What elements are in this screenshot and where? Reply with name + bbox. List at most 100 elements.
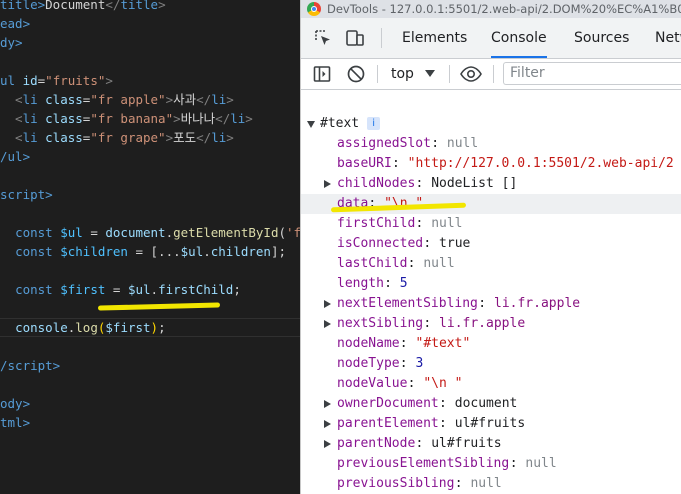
code-token: > (158, 0, 166, 12)
property-value: null (431, 216, 463, 231)
code-token: $first (60, 282, 106, 297)
code-token: </ (196, 92, 212, 107)
code-token: li (211, 130, 227, 145)
chrome-logo-icon (307, 2, 321, 16)
code-token: tml> (0, 415, 31, 430)
toolbar-divider (377, 65, 378, 83)
property-value: "#text" (415, 336, 471, 351)
property-separator: : (399, 336, 408, 351)
property-key: ownerDocument (337, 396, 439, 411)
code-line: const $first = $ul.firstChild; (0, 280, 241, 299)
expand-triangle-icon[interactable] (324, 400, 331, 408)
code-line: script> (0, 185, 53, 204)
property-value: 5 (399, 276, 408, 291)
expand-triangle-icon[interactable] (324, 180, 331, 188)
code-token: > (245, 111, 253, 126)
code-token: const (15, 282, 61, 297)
code-token: $children (60, 244, 128, 259)
property-key: parentElement (337, 416, 439, 431)
tab-elements[interactable]: Elements (402, 18, 467, 58)
property-key: lastChild (337, 256, 408, 271)
property-value: 3 (415, 356, 424, 371)
property-separator: : (384, 276, 392, 291)
property-key: nodeValue (337, 376, 408, 391)
console-toolbar: top Filter (301, 59, 681, 90)
code-token: /script> (0, 358, 61, 373)
code-line: tml> (0, 413, 30, 432)
property-separator: : (423, 236, 432, 251)
expand-triangle-icon[interactable] (324, 300, 331, 308)
context-selector[interactable]: top (391, 59, 414, 89)
code-line: /script> (0, 356, 60, 375)
property-value: li.fr.apple (439, 316, 526, 331)
property-key: baseURI (337, 156, 392, 171)
code-token: ul (0, 73, 23, 88)
property-separator: : (391, 156, 400, 171)
live-expression-eye-icon[interactable] (459, 64, 483, 84)
object-name: #text (320, 116, 360, 131)
code-line: dy> (0, 33, 23, 52)
code-token: children (210, 244, 271, 259)
code-token: </ (105, 0, 121, 12)
code-token: class (45, 130, 83, 145)
filter-input[interactable]: Filter (503, 62, 681, 85)
code-token: log (75, 320, 98, 335)
window-title: DevTools - 127.0.0.1:5501/2.web-api/2.DO… (327, 2, 681, 16)
code-token: 사과 (173, 92, 197, 107)
code-token: console (15, 320, 68, 335)
code-token: </ (196, 130, 212, 145)
code-line: <li class="fr grape">포도</li> (0, 128, 234, 147)
tab-console[interactable]: Console (491, 18, 547, 58)
code-token: class (45, 92, 83, 107)
code-token: = (105, 282, 128, 297)
property-separator: : (407, 256, 416, 271)
expand-triangle-icon[interactable] (307, 121, 315, 128)
tab-sources[interactable]: Sources (574, 18, 629, 58)
property-separator: : (415, 436, 424, 451)
code-line: /ul> (0, 147, 30, 166)
property-key: isConnected (337, 236, 424, 251)
sidebar-toggle-icon[interactable] (312, 64, 332, 84)
inspect-element-icon[interactable] (313, 28, 333, 48)
property-separator: : (415, 216, 424, 231)
property-separator: : (431, 136, 440, 151)
code-token: script> (0, 187, 53, 202)
code-token: > (226, 130, 234, 145)
code-token: li (22, 111, 46, 126)
code-token: title (120, 0, 159, 12)
code-line: title>Document</title> (0, 0, 166, 14)
code-token: </ (215, 111, 231, 126)
property-separator: : (509, 456, 518, 471)
property-separator: : (439, 416, 447, 431)
device-toolbar-icon[interactable] (345, 28, 365, 48)
expand-triangle-icon[interactable] (324, 320, 331, 328)
code-line: <li class="fr banana">바나나</li> (0, 109, 253, 128)
property-separator: : (478, 296, 487, 311)
code-token: ead> (0, 16, 31, 31)
code-token: $first (105, 320, 151, 335)
property-value: NodeList [] (431, 176, 518, 191)
toolbar-divider-2 (449, 65, 450, 83)
object-header[interactable]: #text i (307, 114, 381, 134)
console-output[interactable]: #text i assignedSlot: null baseURI: "http:… (301, 90, 681, 494)
code-token: > (105, 73, 113, 88)
code-token: ]; (270, 244, 287, 259)
info-icon[interactable]: i (367, 117, 381, 130)
property-value: li.fr.apple (494, 296, 581, 311)
code-token: "fr apple" (90, 92, 166, 107)
expand-triangle-icon[interactable] (324, 440, 331, 448)
property-separator: : (423, 316, 432, 331)
code-token: $ul (180, 244, 204, 259)
chevron-down-icon[interactable] (425, 70, 435, 77)
code-token: firstChild (158, 282, 234, 297)
property-value: ul#fruits (431, 436, 502, 451)
code-token: 포도 (173, 130, 197, 145)
tab-network[interactable]: Netw (655, 18, 681, 58)
code-token: ; (158, 320, 166, 335)
code-editor[interactable]: title>Document</title> ead> dy> ul id="frui… (0, 0, 300, 494)
clear-console-icon[interactable] (346, 64, 366, 84)
code-token: "fr grape" (90, 130, 166, 145)
expand-triangle-icon[interactable] (324, 420, 331, 428)
property-value: null (423, 256, 455, 271)
